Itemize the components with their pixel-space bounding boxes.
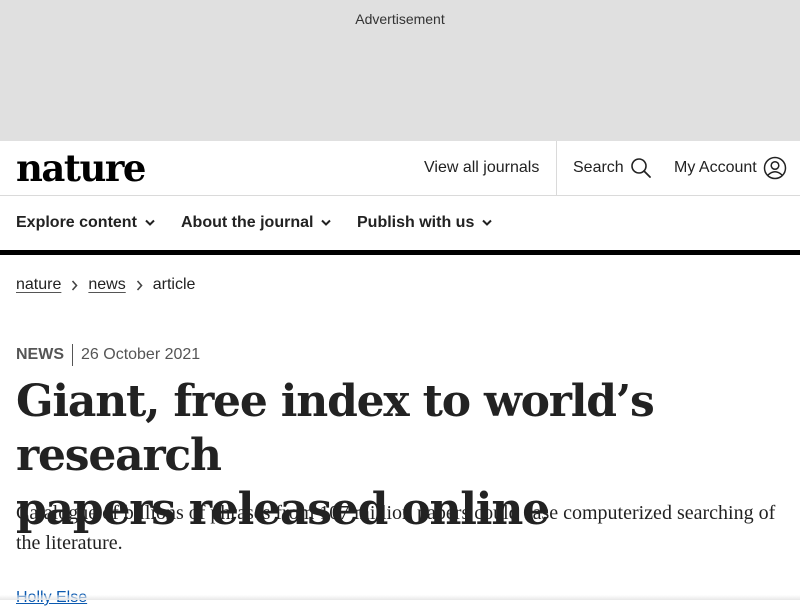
breadcrumb-news[interactable]: news — [88, 276, 125, 294]
chevron-down-icon — [482, 219, 493, 226]
nav-item-label: Publish with us — [357, 214, 475, 231]
nav-about-the-journal[interactable]: About the journal — [181, 196, 332, 250]
search-button[interactable]: Search — [573, 141, 652, 195]
chevron-down-icon — [321, 219, 332, 226]
header-divider — [556, 141, 557, 195]
view-all-journals-link[interactable]: View all journals — [424, 141, 539, 195]
nature-logo[interactable]: nature — [16, 145, 146, 191]
search-icon — [630, 158, 651, 178]
site-header: nature View all journals Search My Accou… — [0, 141, 800, 196]
meta-divider — [72, 344, 73, 366]
breadcrumb-article: article — [152, 276, 196, 293]
article-title-line-1: Giant, free index to world’s research — [16, 376, 655, 481]
my-account-button[interactable]: My Account — [674, 141, 787, 195]
chevron-right-icon — [136, 279, 143, 291]
nav-explore-content[interactable]: Explore content — [16, 196, 155, 250]
nav-publish-with-us[interactable]: Publish with us — [357, 196, 493, 250]
advertisement-label: Advertisement — [355, 11, 445, 27]
my-account-label: My Account — [674, 159, 757, 176]
advertisement-banner[interactable]: Advertisement — [0, 0, 800, 141]
breadcrumb: nature news article — [16, 274, 195, 296]
bottom-fade — [0, 595, 800, 600]
search-label: Search — [573, 159, 624, 176]
nav-item-label: Explore content — [16, 214, 137, 231]
breadcrumb-nature[interactable]: nature — [16, 276, 61, 294]
main-nav: Explore content About the journal Publis… — [0, 196, 800, 255]
nav-item-label: About the journal — [181, 214, 314, 231]
user-circle-icon — [763, 156, 786, 180]
article-meta: NEWS 26 October 2021 — [16, 344, 200, 366]
article-type: NEWS — [16, 346, 64, 363]
chevron-down-icon — [145, 219, 155, 226]
chevron-right-icon — [71, 279, 78, 291]
article-date: 26 October 2021 — [81, 346, 201, 363]
article-standfirst: Catalogue of billions of phrases from 10… — [16, 502, 776, 554]
